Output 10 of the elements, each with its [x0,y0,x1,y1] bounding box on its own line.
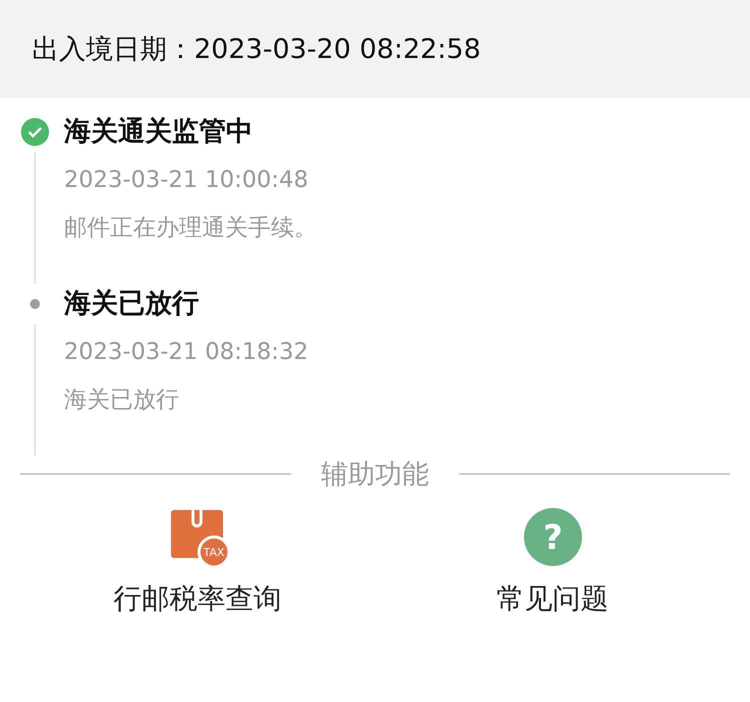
section-title: 辅助功能 [321,458,429,492]
date-label: 出入境日期：2023-03-20 08:22:58 [32,33,481,67]
event-description: 海关已放行 [64,386,180,415]
event-time: 2023-03-21 08:18:32 [64,338,308,367]
event-time: 2023-03-21 10:00:48 [64,166,310,195]
event-title: 海关通关监管中 [64,115,254,149]
event-description: 邮件正在办理通关手续。 [64,214,317,243]
event-title: 海关已放行 [64,287,200,321]
tool-button[interactable]: TAX 行邮税率查询 [68,506,328,618]
tool-button[interactable]: ? 常见问题 [422,506,682,618]
